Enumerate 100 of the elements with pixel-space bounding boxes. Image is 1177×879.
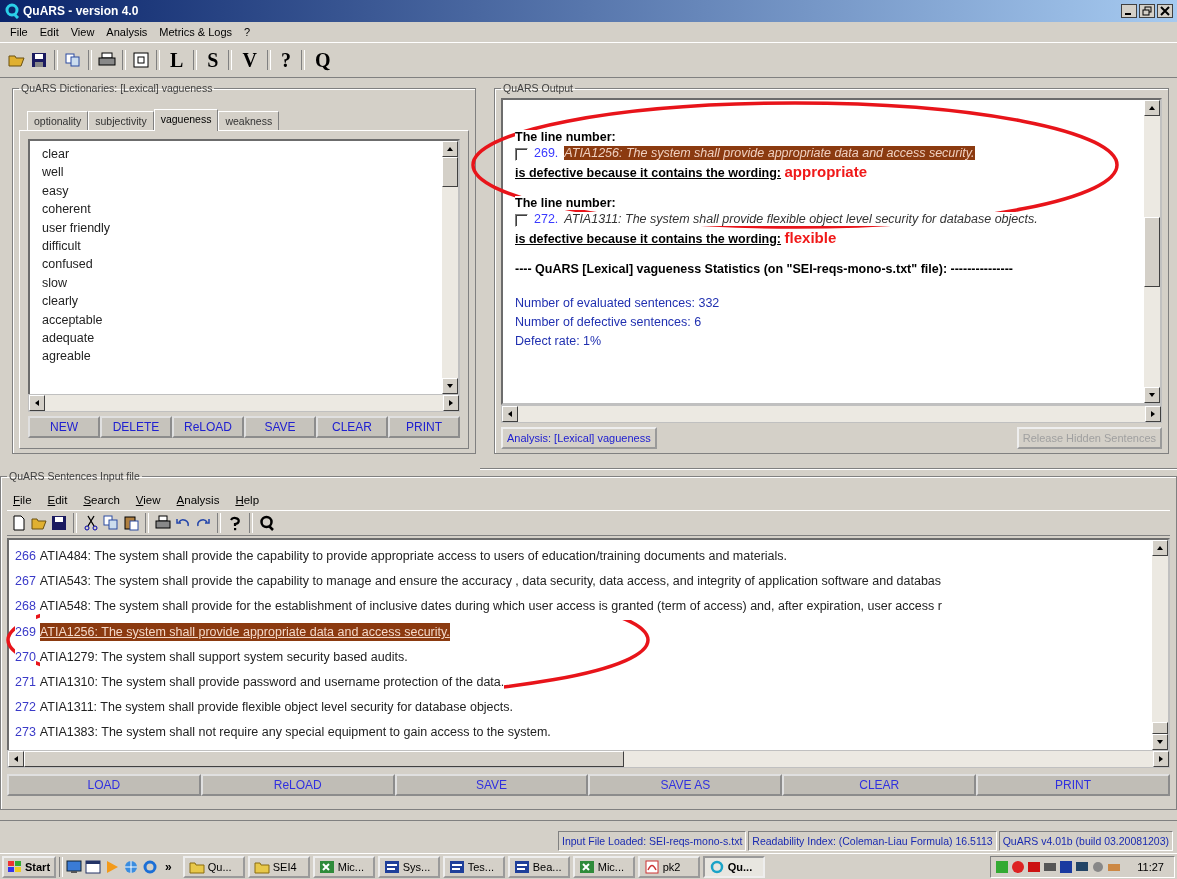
menu-item[interactable]: Edit	[39, 26, 59, 38]
tab[interactable]: vagueness	[153, 109, 219, 131]
scroll-thumb[interactable]	[24, 750, 624, 767]
browser-icon[interactable]	[142, 859, 159, 875]
tray-icon[interactable]	[1043, 860, 1058, 874]
list-item[interactable]: clearly	[42, 292, 430, 311]
printer-icon[interactable]	[155, 515, 171, 531]
paste-icon[interactable]	[123, 515, 139, 531]
menu-item[interactable]: ?	[244, 26, 251, 38]
cut-icon[interactable]	[83, 515, 99, 531]
scroll-left-icon[interactable]	[506, 410, 514, 418]
toolbar-button[interactable]: ReLOAD	[172, 416, 244, 438]
analysis-button[interactable]: Analysis: [Lexical] vagueness	[501, 427, 657, 449]
scroll-down-icon[interactable]	[1148, 391, 1156, 399]
taskbar-button[interactable]: Sys...	[377, 856, 440, 878]
list-item[interactable]: user friendly	[42, 218, 430, 238]
toolbar-button[interactable]: LOAD	[7, 773, 201, 796]
tab[interactable]: weakness	[218, 111, 280, 130]
line-number-link[interactable]: 269.	[532, 146, 561, 160]
toolbar-button[interactable]: PRINT	[388, 416, 460, 438]
printer-icon[interactable]	[98, 52, 116, 68]
copy-icon[interactable]	[103, 515, 119, 531]
menu-item[interactable]: Search	[83, 494, 120, 506]
menu-item[interactable]: File	[10, 26, 28, 38]
taskbar-button[interactable]: pk2	[637, 856, 700, 878]
scroll-thumb[interactable]	[1144, 216, 1160, 287]
scroll-thumb[interactable]	[1152, 721, 1168, 734]
toolbar-button[interactable]: S	[203, 48, 223, 72]
taskbar-button[interactable]: Qu...	[702, 856, 765, 878]
menu-item[interactable]: Edit	[47, 494, 68, 506]
menu-item[interactable]: Analysis	[176, 494, 220, 506]
toolbar-button[interactable]: SAVE	[394, 773, 589, 796]
toolbar-button[interactable]: V	[238, 48, 261, 72]
tray-icon[interactable]	[1027, 860, 1042, 874]
toolbar-button[interactable]: Q	[310, 48, 335, 72]
minimize-icon[interactable]	[1121, 4, 1137, 18]
scroll-up-icon[interactable]	[1148, 104, 1156, 112]
scrollbar[interactable]	[28, 394, 460, 412]
scrollbar[interactable]	[1144, 100, 1160, 403]
menu-item[interactable]: Analysis	[106, 26, 148, 38]
toolbar-button[interactable]: L	[166, 48, 188, 72]
tab[interactable]: subjectivity	[88, 111, 154, 130]
toolbar-button[interactable]: ReLOAD	[200, 773, 395, 796]
list-item[interactable]: agreable	[42, 347, 430, 366]
scroll-right-icon[interactable]	[1149, 410, 1157, 418]
scrollbar[interactable]	[501, 405, 1162, 423]
list-item[interactable]: coherent	[42, 200, 430, 219]
taskbar-button[interactable]: Qu...	[182, 856, 245, 878]
toolbar-button[interactable]: CLEAR	[782, 773, 977, 796]
list-item[interactable]: well	[42, 163, 430, 182]
tray-icon[interactable]	[1075, 860, 1090, 874]
tray-icon[interactable]	[1011, 860, 1026, 874]
toolbar-button[interactable]: SAVE	[244, 416, 316, 438]
scrollbar[interactable]	[442, 141, 458, 394]
save-icon[interactable]	[30, 52, 48, 68]
toolbar-button[interactable]: PRINT	[976, 773, 1170, 796]
scroll-left-icon[interactable]	[33, 399, 41, 407]
menu-item[interactable]: Metrics & Logs	[159, 26, 233, 38]
menu-item[interactable]: File	[13, 494, 32, 506]
list-item[interactable]: acceptable	[42, 310, 430, 330]
help-icon[interactable]	[227, 515, 243, 531]
toolbar-button[interactable]: ?	[276, 48, 295, 72]
list-item[interactable]: easy	[42, 181, 430, 201]
scroll-down-icon[interactable]	[446, 382, 454, 390]
preview-icon[interactable]	[132, 52, 150, 68]
taskbar-button[interactable]: Bea...	[507, 856, 570, 878]
menu-item[interactable]: View	[70, 26, 95, 38]
more-button[interactable]: »	[161, 860, 180, 874]
save-icon[interactable]	[51, 515, 67, 531]
desktop-icon[interactable]	[66, 859, 83, 875]
menu-item[interactable]: Help	[235, 494, 260, 506]
scroll-left-icon[interactable]	[12, 754, 20, 763]
close-icon[interactable]	[1157, 4, 1173, 18]
list-item[interactable]: slow	[42, 273, 430, 293]
toolbar-button[interactable]: NEW	[28, 416, 100, 438]
start-button[interactable]: Start	[2, 856, 57, 878]
list-item[interactable]: confused	[42, 255, 430, 274]
list-item[interactable]: difficult	[42, 237, 430, 256]
scroll-up-icon[interactable]	[1156, 544, 1164, 552]
scroll-up-icon[interactable]	[446, 145, 454, 153]
scrollbar[interactable]	[1152, 540, 1168, 750]
tray-icon[interactable]	[1059, 860, 1074, 874]
list-item[interactable]: adequate	[42, 329, 430, 348]
window-icon[interactable]	[85, 859, 102, 875]
new-file-icon[interactable]	[11, 515, 27, 531]
scroll-down-icon[interactable]	[1156, 737, 1164, 746]
toolbar-button[interactable]: DELETE	[100, 416, 172, 438]
taskbar-button[interactable]: Mic...	[572, 856, 635, 878]
taskbar-button[interactable]: SEI4	[247, 856, 310, 878]
line-number-link[interactable]: 272.	[532, 212, 561, 226]
taskbar-button[interactable]: Tes...	[442, 856, 505, 878]
magnifier-icon[interactable]	[259, 515, 275, 531]
tab[interactable]: optionality	[27, 111, 89, 130]
scroll-right-icon[interactable]	[1157, 754, 1165, 763]
restore-icon[interactable]	[1139, 4, 1155, 18]
toolbar-button[interactable]: CLEAR	[316, 416, 388, 438]
taskbar-button[interactable]: Mic...	[312, 856, 375, 878]
toolbar-button[interactable]: SAVE AS	[588, 773, 783, 796]
menu-item[interactable]: View	[135, 494, 161, 506]
list-item[interactable]: clear	[42, 145, 430, 164]
